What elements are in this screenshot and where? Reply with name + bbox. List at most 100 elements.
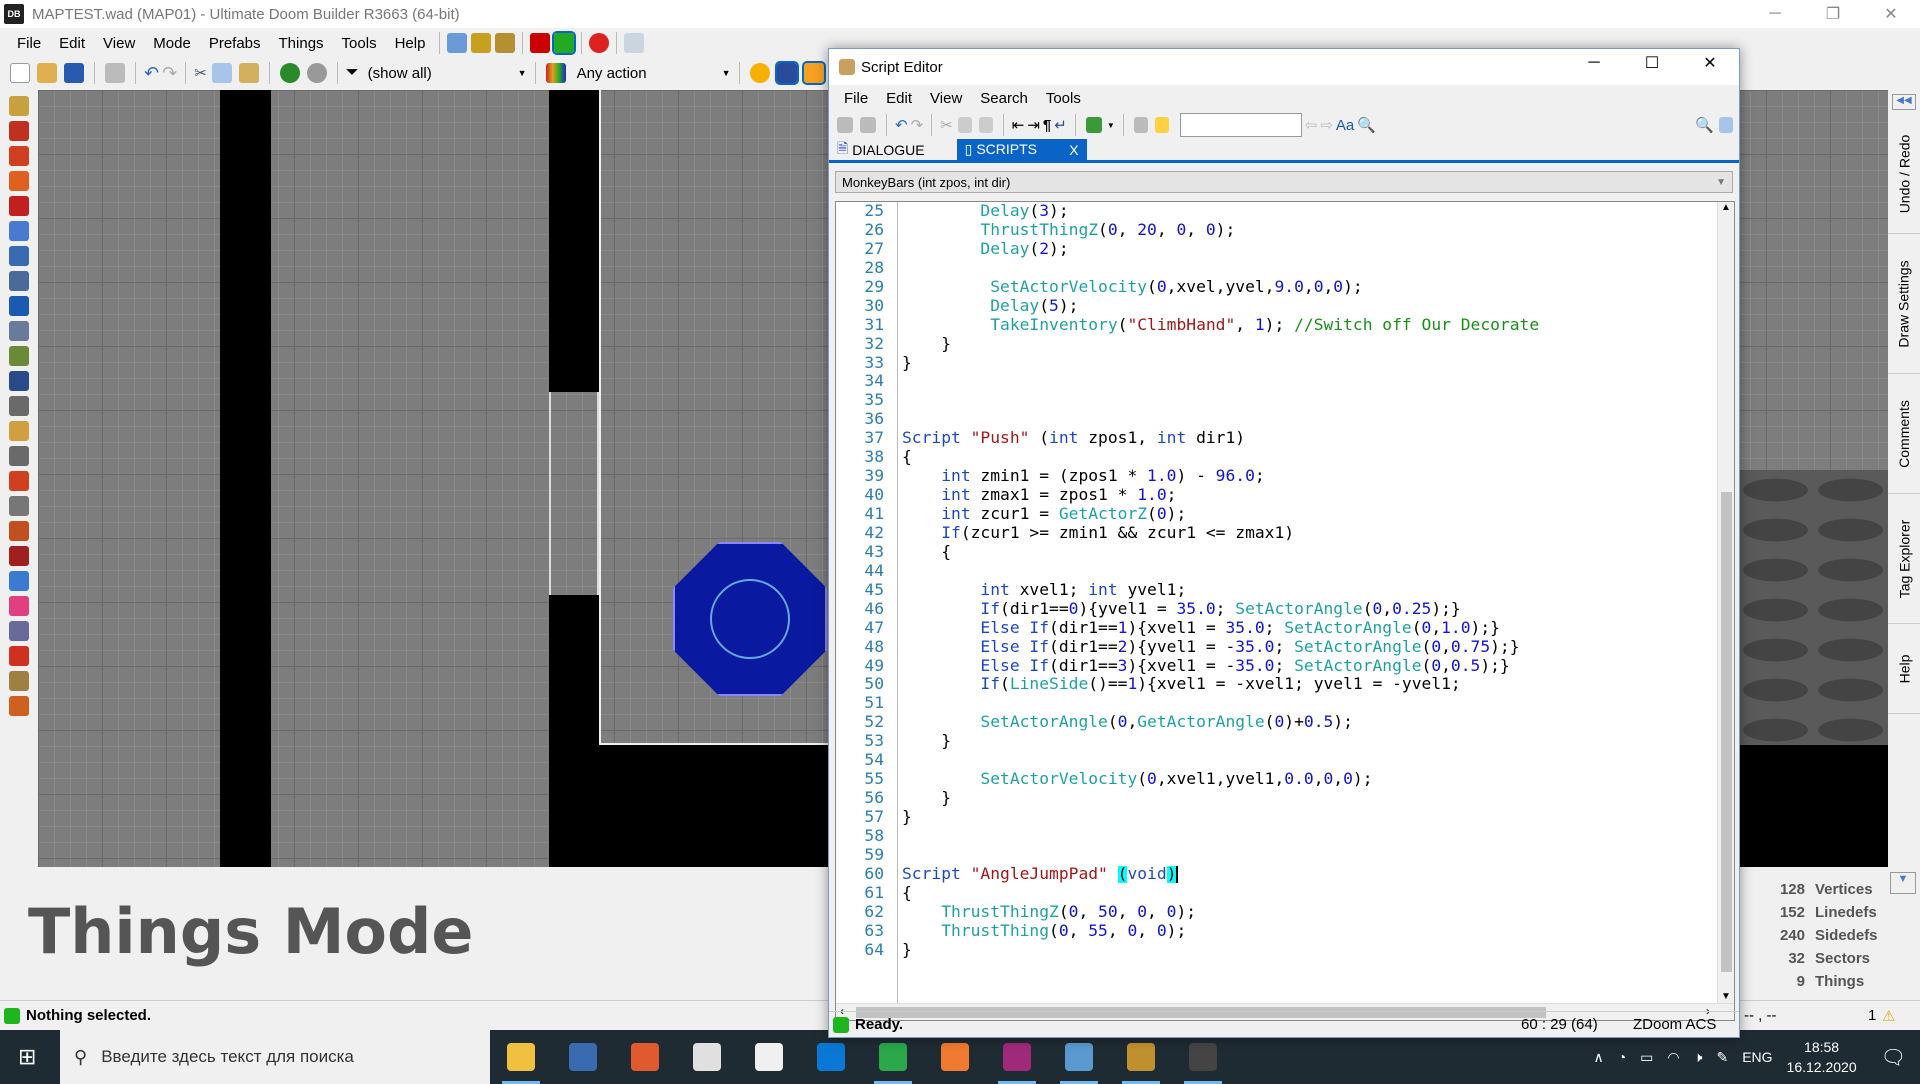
edit-mode-icon[interactable] xyxy=(9,546,29,566)
script-editor-icon[interactable] xyxy=(105,63,125,83)
indent-icon[interactable]: ⇥ xyxy=(1027,116,1040,134)
menu-help[interactable]: Help xyxy=(386,35,435,52)
warnings-count[interactable]: 1 xyxy=(1868,1007,1876,1024)
prefab-save-icon[interactable] xyxy=(471,33,492,53)
save-map-icon[interactable] xyxy=(64,63,84,83)
thing-gray-icon[interactable] xyxy=(306,63,327,83)
se-menu-tools[interactable]: Tools xyxy=(1037,90,1090,107)
open-map-icon[interactable] xyxy=(37,63,57,83)
tab-scripts[interactable]: ▯ SCRIPTS X xyxy=(956,139,1087,160)
script-marker-icon[interactable] xyxy=(589,33,610,53)
quick-search-input[interactable] xyxy=(1179,113,1302,137)
test-map-icon[interactable] xyxy=(530,33,551,53)
taskbar-video-editor[interactable] xyxy=(552,1030,614,1084)
code-editor[interactable]: 25 Delay(3); 26 ThrustThingZ(0, 20, 0, 0)… xyxy=(835,201,1735,1021)
close-button[interactable]: ✕ xyxy=(1862,0,1920,28)
menu-tools[interactable]: Tools xyxy=(333,35,386,52)
edit-mode-icon[interactable] xyxy=(9,621,29,641)
taskbar-file-explorer[interactable] xyxy=(490,1030,552,1084)
taskbar-udb-app[interactable] xyxy=(1172,1030,1234,1084)
se-maximize-button[interactable]: ☐ xyxy=(1623,49,1681,77)
find-next-icon[interactable]: ⇨ xyxy=(1320,116,1333,134)
save-all-icon[interactable] xyxy=(860,117,876,133)
edit-mode-icon[interactable] xyxy=(9,421,29,441)
edit-mode-icon[interactable] xyxy=(9,271,29,291)
edit-mode-icon[interactable] xyxy=(9,196,29,216)
vertical-scrollbar[interactable]: ▲ ▼ xyxy=(1717,202,1734,1020)
se-close-button[interactable]: ✕ xyxy=(1681,49,1739,77)
edit-mode-icon[interactable] xyxy=(9,446,29,466)
taskbar-office-app[interactable] xyxy=(738,1030,800,1084)
taskbar-aperture-app[interactable] xyxy=(676,1030,738,1084)
tray-chevron-icon[interactable]: ∧ xyxy=(1593,1049,1603,1066)
tab-dialogue[interactable]: 🗎 DIALOGUE xyxy=(829,139,933,160)
taskbar-slade-app[interactable] xyxy=(1110,1030,1172,1084)
edit-mode-icon[interactable] xyxy=(9,296,29,316)
language-indicator[interactable]: ENG xyxy=(1742,1049,1772,1065)
cut-icon[interactable]: ✂ xyxy=(940,116,953,134)
edit-mode-icon[interactable] xyxy=(9,471,29,491)
redo-icon[interactable]: ↷ xyxy=(162,63,177,84)
edit-mode-icon[interactable] xyxy=(9,571,29,591)
edit-mode-icon[interactable] xyxy=(9,496,29,516)
menu-view[interactable]: View xyxy=(94,35,144,52)
edit-mode-icon[interactable] xyxy=(9,321,29,341)
tab-help[interactable]: Help xyxy=(1888,624,1920,714)
find-replace-icon[interactable]: 🔍 xyxy=(1357,116,1376,134)
tag-icon[interactable] xyxy=(624,33,645,53)
taskbar-store-app[interactable] xyxy=(800,1030,862,1084)
edit-mode-icon[interactable] xyxy=(9,596,29,616)
edit-mode-icon[interactable] xyxy=(9,396,29,416)
taskbar-chrome-app[interactable] xyxy=(862,1030,924,1084)
edit-mode-icon[interactable] xyxy=(9,121,29,141)
se-menu-edit[interactable]: Edit xyxy=(877,90,921,107)
taskbar-palette-app[interactable] xyxy=(1048,1030,1110,1084)
notifications-icon[interactable]: 🗨 xyxy=(1881,1045,1906,1070)
save-icon[interactable] xyxy=(837,117,853,133)
match-case-icon[interactable]: Aa xyxy=(1336,117,1354,134)
edit-mode-icon[interactable] xyxy=(9,646,29,666)
taskbar-paint3d-app[interactable] xyxy=(924,1030,986,1084)
scroll-down-icon[interactable]: ▼ xyxy=(1721,991,1731,1002)
edit-mode-icon[interactable] xyxy=(9,221,29,241)
taskbar-winrar-app[interactable] xyxy=(986,1030,1048,1084)
redo-icon[interactable]: ↷ xyxy=(911,116,924,134)
script-type-icon[interactable] xyxy=(1133,117,1148,133)
edit-mode-icon[interactable] xyxy=(9,521,29,541)
new-map-icon[interactable] xyxy=(10,63,30,83)
edit-mode-icon[interactable] xyxy=(9,146,29,166)
action-filter-select[interactable]: Any action ▼ xyxy=(571,61,731,85)
scroll-thumb[interactable] xyxy=(1721,492,1732,972)
minimize-button[interactable]: ─ xyxy=(1746,0,1804,28)
things-filter-select[interactable]: (show all) ▼ xyxy=(362,61,527,85)
cut-icon[interactable]: ✂ xyxy=(194,64,207,82)
menu-file[interactable]: File xyxy=(8,35,50,52)
snippets-icon[interactable] xyxy=(1085,117,1102,133)
tab-comments[interactable]: Comments xyxy=(1888,374,1920,494)
brightness-icon[interactable] xyxy=(749,63,770,83)
edit-mode-icon[interactable] xyxy=(9,671,29,691)
paste-icon[interactable] xyxy=(238,63,259,83)
volume-muted-icon[interactable]: 🕨 xyxy=(1694,1049,1703,1066)
restore-button[interactable]: ❐ xyxy=(1804,0,1862,28)
taskbar-paint-app[interactable] xyxy=(614,1030,676,1084)
windows-start-icon[interactable]: ⊞ xyxy=(18,1044,36,1070)
edit-mode-icon[interactable] xyxy=(9,96,29,116)
menu-edit[interactable]: Edit xyxy=(50,35,94,52)
grid-icon[interactable] xyxy=(774,61,799,85)
thing-tree-icon[interactable] xyxy=(279,63,300,83)
unindent-icon[interactable]: ⇤ xyxy=(1012,116,1025,134)
undo-icon[interactable]: ↶ xyxy=(895,116,908,134)
copy-icon[interactable] xyxy=(211,63,232,83)
test-skill-icon[interactable] xyxy=(552,31,577,55)
se-minimize-button[interactable]: ─ xyxy=(1565,49,1623,77)
scroll-up-icon[interactable]: ▲ xyxy=(1721,202,1731,213)
whitespace-icon[interactable]: ¶ xyxy=(1043,117,1051,134)
se-menu-file[interactable]: File xyxy=(835,90,877,107)
edit-mode-icon[interactable] xyxy=(9,246,29,266)
paste-icon[interactable] xyxy=(978,117,993,133)
edit-mode-icon[interactable] xyxy=(9,346,29,366)
expand-info-icon[interactable]: ▼ xyxy=(1890,872,1916,894)
wifi-icon[interactable]: ◠ xyxy=(1667,1049,1679,1066)
edit-mode-icon[interactable] xyxy=(9,371,29,391)
